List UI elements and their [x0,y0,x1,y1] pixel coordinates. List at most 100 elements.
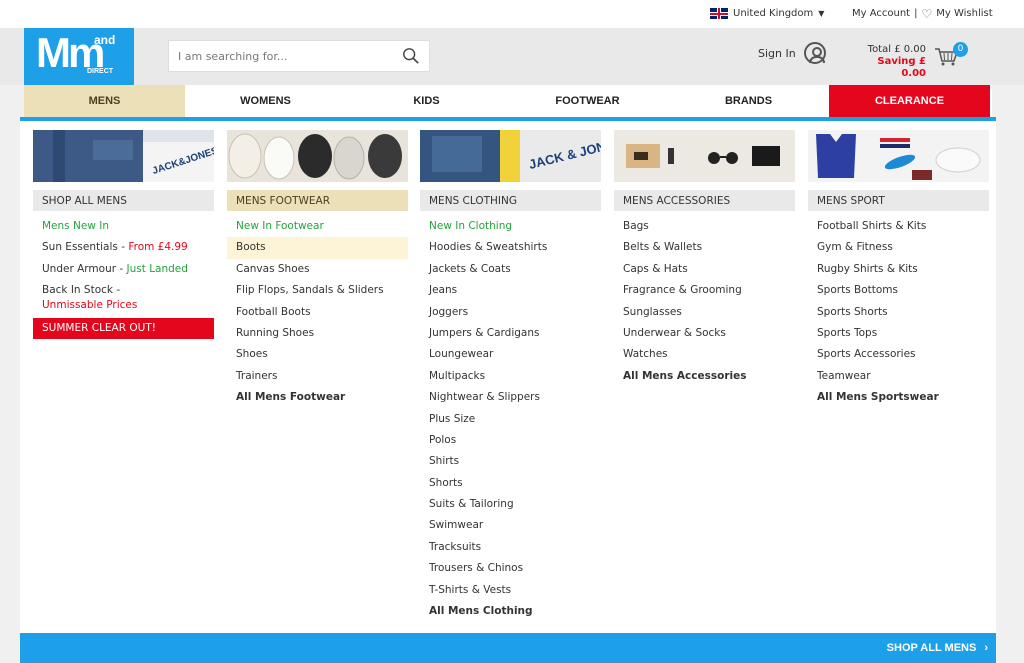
basket-saving: Saving £ 0.00 [877,56,926,79]
link-teamwear[interactable]: Teamwear [808,366,989,387]
link-under-armour[interactable]: Under Armour - Just Landed [33,259,214,280]
my-account-link[interactable]: My Account [852,8,910,19]
shop-all-mens-bar[interactable]: SHOP ALL MENS › [20,633,996,663]
link-multipacks[interactable]: Multipacks [420,366,601,387]
link-caps[interactable]: Caps & Hats [614,259,795,280]
country-label: United Kingdom [733,8,814,19]
column-mens-sport: MENS SPORT Football Shirts & Kits Gym & … [808,130,989,409]
footwear-image[interactable] [227,130,408,182]
clothing-image[interactable]: JACK & JONES [420,130,601,182]
link-hoodies[interactable]: Hoodies & Sweatshirts [420,237,601,258]
link-underwear[interactable]: Underwear & Socks [614,323,795,344]
search-input[interactable]: I am searching for... [168,40,430,72]
nav-kids[interactable]: KIDS [346,85,507,117]
site-logo[interactable]: Mm and DIRECT [24,28,134,85]
link-trainers[interactable]: Trainers [227,366,408,387]
link-all-mens-accessories[interactable]: All Mens Accessories [614,366,795,387]
link-sports-bottoms[interactable]: Sports Bottoms [808,280,989,301]
uk-flag-icon [710,8,728,19]
link-football-boots[interactable]: Football Boots [227,302,408,323]
link-jackets[interactable]: Jackets & Coats [420,259,601,280]
link-gym-fitness[interactable]: Gym & Fitness [808,237,989,258]
link-all-mens-clothing[interactable]: All Mens Clothing [420,601,601,622]
link-new-in-footwear[interactable]: New In Footwear [227,216,408,237]
heading-mens-clothing[interactable]: MENS CLOTHING [420,190,601,211]
ua-tag: Just Landed [126,262,188,275]
jeans-image[interactable]: JACK&JONES [33,130,214,182]
column-mens-accessories: MENS ACCESSORIES Bags Belts & Wallets Ca… [614,130,795,387]
column-shop-all-mens: JACK&JONES SHOP ALL MENS Mens New In Sun… [33,130,214,340]
link-shoes[interactable]: Shoes [227,344,408,365]
sun-label: Sun Essentials - [42,241,129,254]
sport-image[interactable] [808,130,989,182]
my-wishlist-link[interactable]: My Wishlist [936,8,992,19]
link-jumpers[interactable]: Jumpers & Cardigans [420,323,601,344]
nav-clearance[interactable]: CLEARANCE [829,85,990,117]
back-label: Back In Stock - [42,284,121,297]
link-new-in-clothing[interactable]: New In Clothing [420,216,601,237]
heading-mens-accessories[interactable]: MENS ACCESSORIES [614,190,795,211]
logo-and: and [94,33,116,47]
nav-womens[interactable]: WOMENS [185,85,346,117]
caret-down-icon: ▼ [818,9,825,18]
link-mens-new-in[interactable]: Mens New In [33,216,214,237]
link-sunglasses[interactable]: Sunglasses [614,302,795,323]
link-tshirts[interactable]: T-Shirts & Vests [420,580,601,601]
summer-clear-out-button[interactable]: SUMMER CLEAR OUT! [33,318,214,340]
account-links: My Account | ♡ My Wishlist [852,8,993,20]
link-swimwear[interactable]: Swimwear [420,515,601,536]
link-watches[interactable]: Watches [614,344,795,365]
link-shirts[interactable]: Shirts [420,451,601,472]
logo-direct: DIRECT [87,68,114,75]
link-fragrance[interactable]: Fragrance & Grooming [614,280,795,301]
top-bar: United Kingdom ▼ My Account | ♡ My Wishl… [0,0,1024,28]
heading-mens-footwear[interactable]: MENS FOOTWEAR [227,190,408,211]
link-polos[interactable]: Polos [420,430,601,451]
nav-mens[interactable]: MENS [24,85,185,117]
link-all-mens-sportswear[interactable]: All Mens Sportswear [808,387,989,408]
sign-in-button[interactable]: Sign In [758,42,826,64]
link-bags[interactable]: Bags [614,216,795,237]
link-loungewear[interactable]: Loungewear [420,344,601,365]
link-nightwear[interactable]: Nightwear & Slippers [420,387,601,408]
link-suits[interactable]: Suits & Tailoring [420,494,601,515]
nav-footwear[interactable]: FOOTWEAR [507,85,668,117]
link-football-shirts[interactable]: Football Shirts & Kits [808,216,989,237]
column-mens-clothing: JACK & JONES MENS CLOTHING New In Clothi… [420,130,601,622]
accessories-image[interactable] [614,130,795,182]
link-canvas-shoes[interactable]: Canvas Shoes [227,259,408,280]
search-placeholder: I am searching for... [178,49,288,63]
link-back-in-stock[interactable]: Back In Stock - Unmissable Prices [33,280,214,316]
link-all-mens-footwear[interactable]: All Mens Footwear [227,387,408,408]
mega-menu: JACK&JONES SHOP ALL MENS Mens New In Sun… [20,121,996,633]
basket-count-badge: 0 [953,42,968,57]
main-nav: MENS WOMENS KIDS FOOTWEAR BRANDS CLEARAN… [24,85,992,117]
heart-icon[interactable]: ♡ [921,8,932,20]
link-plus-size[interactable]: Plus Size [420,409,601,430]
link-belts[interactable]: Belts & Wallets [614,237,795,258]
link-trousers[interactable]: Trousers & Chinos [420,558,601,579]
search-icon[interactable] [402,47,420,65]
link-shorts[interactable]: Shorts [420,473,601,494]
link-sports-shorts[interactable]: Sports Shorts [808,302,989,323]
link-joggers[interactable]: Joggers [420,302,601,323]
link-rugby-shirts[interactable]: Rugby Shirts & Kits [808,259,989,280]
link-flip-flops[interactable]: Flip Flops, Sandals & Sliders [227,280,408,301]
country-selector[interactable]: United Kingdom ▼ [710,8,824,19]
link-sun-essentials[interactable]: Sun Essentials - From £4.99 [33,237,214,258]
link-sports-accessories[interactable]: Sports Accessories [808,344,989,365]
nav-brands[interactable]: BRANDS [668,85,829,117]
sign-in-label: Sign In [758,46,796,60]
heading-mens-sport[interactable]: MENS SPORT [808,190,989,211]
basket-total: Total £ 0.00 [867,44,926,55]
user-icon [803,42,826,64]
link-tracksuits[interactable]: Tracksuits [420,537,601,558]
link-sports-tops[interactable]: Sports Tops [808,323,989,344]
site-header: Mm and DIRECT I am searching for... Sign… [0,28,1024,85]
back-tag: Unmissable Prices [42,299,138,312]
link-jeans[interactable]: Jeans [420,280,601,301]
link-running-shoes[interactable]: Running Shoes [227,323,408,344]
link-boots[interactable]: Boots [227,237,408,259]
separator: | [914,8,918,19]
heading-shop-all-mens[interactable]: SHOP ALL MENS [33,190,214,211]
